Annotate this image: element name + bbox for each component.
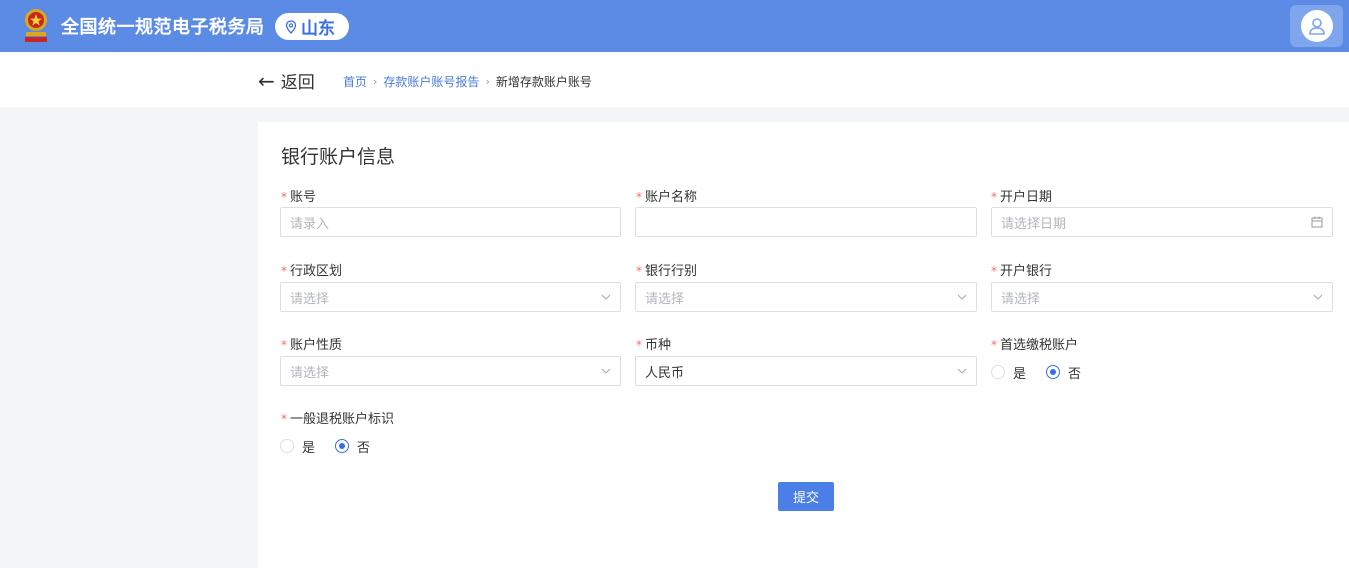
refund-account-flag-radio-group: 是 否	[280, 436, 390, 456]
required-mark: *	[636, 338, 642, 352]
calendar-icon	[1311, 216, 1323, 228]
required-mark: *	[281, 264, 287, 278]
breadcrumb-current: 新增存款账户账号	[495, 75, 592, 89]
required-mark: *	[991, 190, 997, 204]
required-mark: *	[281, 190, 287, 204]
arrow-left-icon: ←	[258, 68, 275, 93]
radio-button-selected[interactable]	[1046, 365, 1061, 379]
preferred-tax-account-label: * 首选缴税账户	[991, 338, 1079, 353]
nav-bar: ← 返回 首页 › 存款账户账号报告 › 新增存款账户账号	[0, 52, 1349, 107]
chevron-down-icon	[1313, 294, 1323, 300]
refund-account-flag-label: * 一般退税账户标识	[281, 412, 395, 427]
currency-label: * 币种	[636, 338, 672, 353]
preferred-tax-account-yes[interactable]: 是	[991, 363, 1026, 382]
region-name: 山东	[301, 19, 335, 39]
account-no-label: * 账号	[281, 190, 317, 205]
breadcrumb-home[interactable]: 首页	[343, 73, 367, 90]
refund-account-flag-no[interactable]: 否	[335, 437, 370, 456]
open-date-placeholder: 请选择日期	[1001, 216, 1067, 232]
chevron-down-icon	[957, 294, 967, 300]
open-date-label: * 开户日期	[991, 190, 1053, 205]
region-selector[interactable]: 山东	[275, 13, 349, 40]
refund-account-flag-yes[interactable]: 是	[280, 437, 315, 456]
open-bank-select[interactable]: 请选择	[991, 282, 1333, 312]
form-card: 银行账户信息 * 账号 请录入 * 账户名称 * 开户日期 请选择日期 * 行政区划 请…	[258, 122, 1349, 568]
radio-button-selected[interactable]	[335, 439, 350, 453]
radio-button[interactable]	[280, 439, 294, 453]
required-mark: *	[991, 338, 997, 352]
admin-region-placeholder: 请选择	[290, 291, 330, 307]
location-pin-icon	[285, 19, 297, 34]
currency-select[interactable]: 人民币	[635, 356, 977, 386]
account-name-label: * 账户名称	[636, 190, 698, 205]
section-title: 银行账户信息	[281, 146, 396, 168]
account-nature-label: * 账户性质	[281, 338, 343, 353]
currency-value: 人民币	[645, 365, 685, 381]
back-button[interactable]: ← 返回	[258, 68, 315, 94]
submit-button[interactable]: 提交	[778, 482, 834, 511]
required-mark: *	[636, 264, 642, 278]
open-date-picker[interactable]: 请选择日期	[991, 207, 1333, 237]
required-mark: *	[281, 338, 287, 352]
radio-button[interactable]	[991, 365, 1005, 379]
chevron-right-icon: ›	[485, 75, 490, 88]
bank-type-label: * 银行行别	[636, 264, 698, 279]
chevron-down-icon	[601, 294, 611, 300]
breadcrumb-report[interactable]: 存款账户账号报告	[383, 73, 479, 90]
chevron-down-icon	[957, 368, 967, 374]
bank-type-placeholder: 请选择	[645, 291, 685, 307]
avatar	[1300, 10, 1333, 42]
site-title: 全国统一规范电子税务局	[61, 17, 265, 38]
admin-region-label: * 行政区划	[281, 264, 343, 279]
chevron-right-icon: ›	[373, 75, 378, 88]
required-mark: *	[281, 412, 287, 426]
back-label: 返回	[280, 73, 315, 93]
required-mark: *	[636, 190, 642, 204]
account-no-placeholder: 请录入	[290, 216, 330, 232]
preferred-tax-account-no[interactable]: 否	[1046, 363, 1081, 382]
admin-region-select[interactable]: 请选择	[280, 282, 621, 312]
bank-type-select[interactable]: 请选择	[635, 282, 977, 312]
account-name-input[interactable]	[635, 207, 977, 237]
breadcrumb: 首页 › 存款账户账号报告 › 新增存款账户账号	[343, 73, 592, 90]
account-no-input[interactable]: 请录入	[280, 207, 621, 237]
account-nature-placeholder: 请选择	[290, 365, 330, 381]
tax-emblem-icon	[25, 9, 47, 42]
top-header: 全国统一规范电子税务局 山东	[0, 0, 1349, 52]
account-nature-select[interactable]: 请选择	[280, 356, 621, 386]
preferred-tax-account-radio-group: 是 否	[991, 362, 1101, 382]
user-avatar-button[interactable]	[1290, 5, 1343, 47]
open-bank-label: * 开户银行	[991, 264, 1053, 279]
required-mark: *	[991, 264, 997, 278]
user-icon	[1308, 18, 1325, 35]
chevron-down-icon	[601, 368, 611, 374]
open-bank-placeholder: 请选择	[1001, 291, 1041, 307]
